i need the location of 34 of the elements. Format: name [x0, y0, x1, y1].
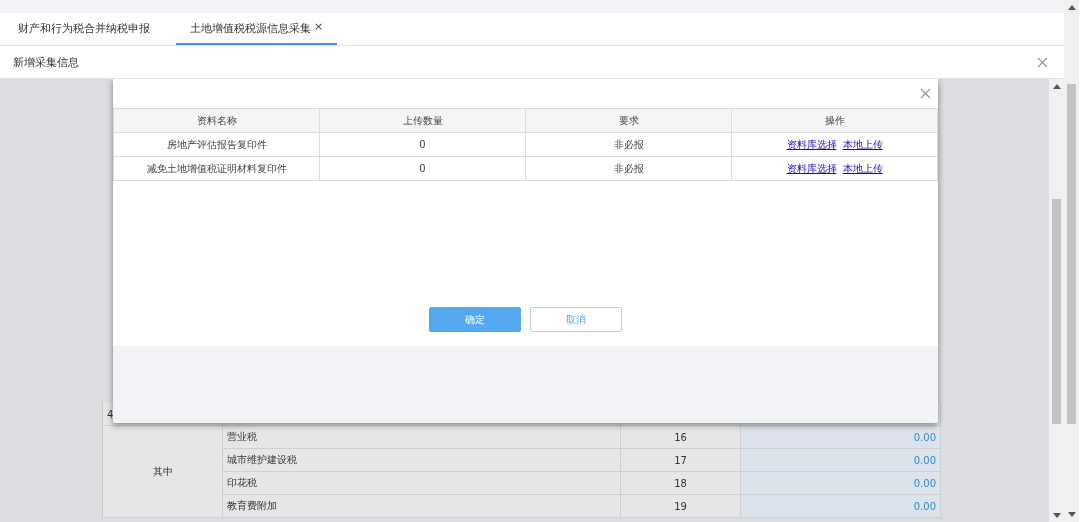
panel-title: 新增采集信息 — [13, 54, 79, 70]
tab[interactable]: 财产和行为税合并纳税申报 — [4, 13, 164, 45]
scroll-up-icon[interactable] — [1068, 5, 1076, 10]
link[interactable]: 本地上传 — [842, 138, 883, 150]
scroll-up-icon[interactable] — [1053, 84, 1061, 89]
column-header: 上传数量 — [319, 108, 526, 133]
table-cell: 0 — [319, 156, 526, 181]
link[interactable]: 资料库选择 — [786, 162, 837, 174]
table-cell: 非必报 — [525, 132, 732, 157]
table-cell: 其中 — [103, 426, 223, 518]
scrollbar[interactable] — [1049, 79, 1064, 522]
scrollbar-thumb[interactable] — [1067, 84, 1076, 424]
scrollbar[interactable] — [1064, 0, 1079, 522]
close-icon[interactable] — [1037, 56, 1048, 68]
close-tab-icon[interactable]: × — [314, 20, 324, 33]
table-cell: 0.00 — [741, 472, 941, 495]
link[interactable]: 资料库选择 — [786, 138, 837, 150]
column-header: 资料名称 — [113, 108, 320, 133]
table-cell: 教育费附加 — [223, 495, 621, 518]
table-cell: 0.00 — [741, 495, 941, 518]
scrollbar-thumb[interactable] — [1052, 199, 1061, 424]
table-cell: 非必报 — [525, 156, 732, 181]
table-cell: 0 — [319, 132, 526, 157]
close-icon[interactable] — [920, 88, 931, 99]
table-cell: 营业税 — [223, 426, 621, 449]
table-cell: 减免土地增值税证明材料复印件 — [113, 156, 320, 181]
column-header: 操作 — [731, 108, 938, 133]
link[interactable]: 本地上传 — [842, 162, 883, 174]
table-cell: 房地产评估报告复印件 — [113, 132, 320, 157]
column-header: 要求 — [525, 108, 732, 133]
table-cell: 0.00 — [741, 426, 941, 449]
table-cell: 印花税 — [223, 472, 621, 495]
table-cell: 城市维护建设税 — [223, 449, 621, 472]
table-cell: 0.00 — [741, 449, 941, 472]
